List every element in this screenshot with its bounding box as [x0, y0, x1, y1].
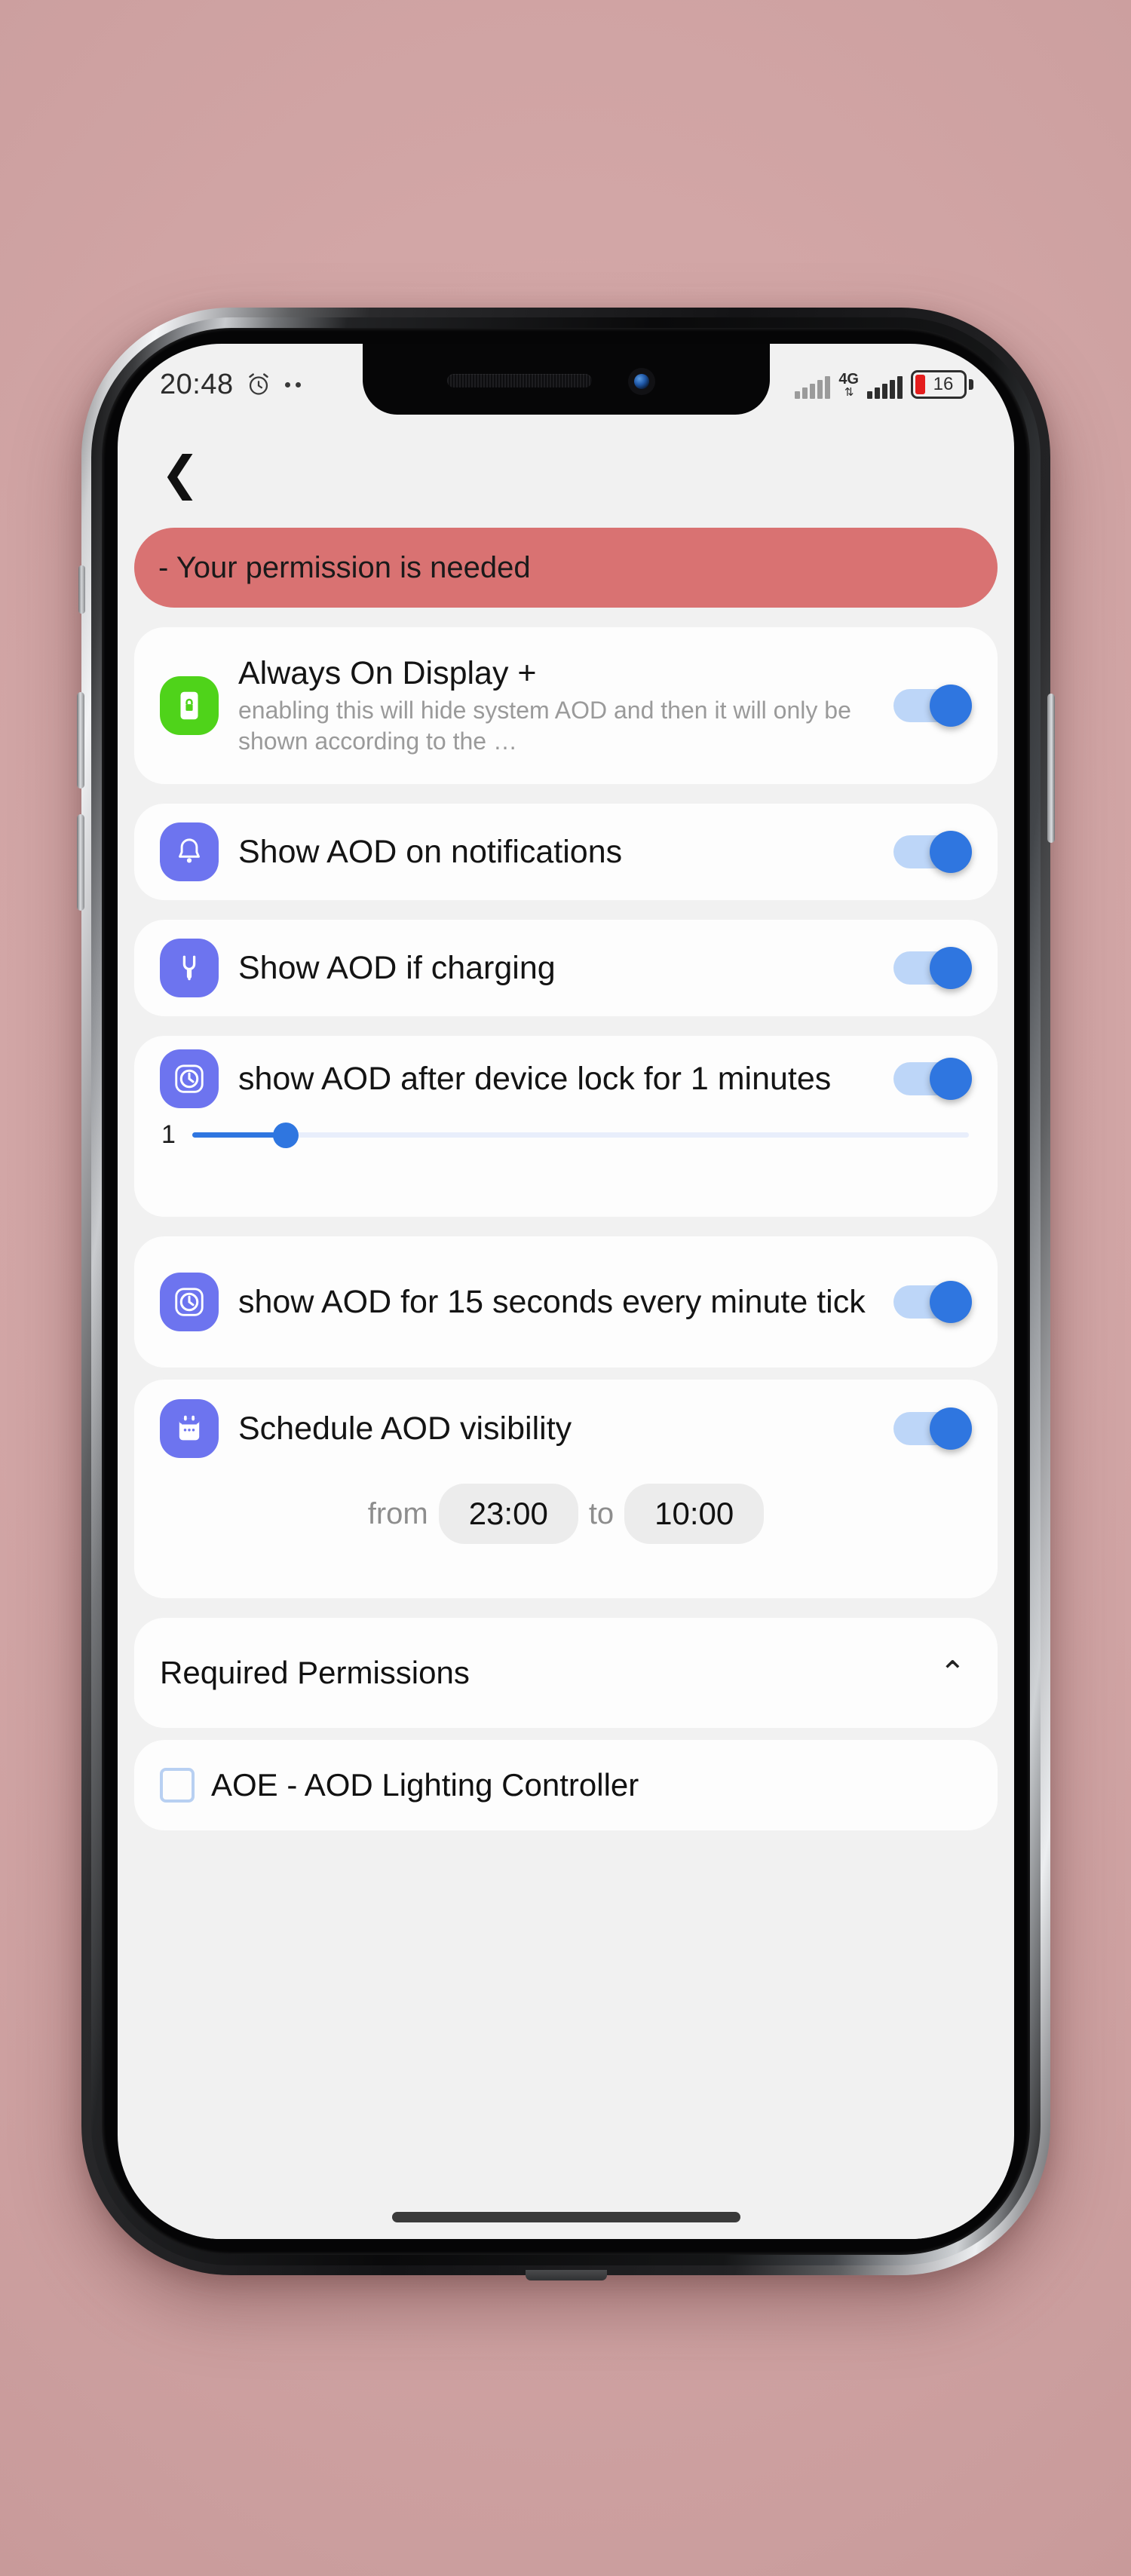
- setting-title: show AOD for 15 seconds every minute tic…: [238, 1283, 866, 1320]
- status-bar-notification-dots: [284, 381, 301, 387]
- power-plug-icon: [160, 939, 219, 997]
- schedule-from-time-button[interactable]: 23:00: [438, 1484, 578, 1544]
- setting-card-show-aod-every-minute-tick[interactable]: show AOD for 15 seconds every minute tic…: [134, 1236, 998, 1368]
- power-button[interactable]: [1047, 694, 1055, 843]
- battery-indicator: 16: [911, 370, 973, 399]
- battery-icon: 16: [911, 370, 967, 399]
- volume-up-button[interactable]: [77, 692, 84, 789]
- phone-screen: 20:48 4G ⇅ 16 ❮ - Your permission is nee…: [118, 344, 1014, 2239]
- setting-text-block: Show AOD on notifications: [238, 833, 869, 871]
- signal-bars-sim2-icon: [867, 376, 903, 399]
- network-type-label: 4G: [838, 370, 859, 387]
- setting-text-block: Always On Display + enabling this will h…: [238, 654, 869, 758]
- bottom-nav-area: [118, 2174, 1014, 2239]
- setting-text-block: show AOD after device lock for 1 minutes: [238, 1060, 869, 1098]
- required-permissions-header-card[interactable]: Required Permissions ⌃: [134, 1618, 998, 1728]
- setting-card-show-aod-after-device-lock[interactable]: show AOD after device lock for 1 minutes…: [134, 1036, 998, 1217]
- lock-delay-slider[interactable]: [192, 1122, 969, 1148]
- setting-title: Show AOD if charging: [238, 949, 556, 986]
- volume-down-button[interactable]: [77, 814, 84, 911]
- status-bar: 20:48 4G ⇅ 16: [118, 344, 1014, 425]
- toggle-show-aod-after-device-lock[interactable]: [893, 1058, 972, 1100]
- app-bar: ❮: [118, 425, 1014, 522]
- status-bar-left: 20:48: [160, 369, 301, 401]
- toggle-show-aod-on-notifications[interactable]: [893, 831, 972, 873]
- toggle-always-on-display-plus[interactable]: [893, 684, 972, 727]
- chevron-up-icon[interactable]: ⌃: [939, 1657, 972, 1689]
- setting-card-show-aod-on-notifications[interactable]: Show AOD on notifications: [134, 804, 998, 900]
- clock-icon: [160, 1273, 219, 1331]
- setting-title: show AOD after device lock for 1 minutes: [238, 1060, 832, 1097]
- home-indicator[interactable]: [391, 2212, 740, 2222]
- schedule-time-range: from 23:00 to 10:00: [160, 1484, 972, 1544]
- alarm-clock-icon: [248, 373, 268, 395]
- battery-percent-label: 16: [933, 374, 954, 394]
- phone-device: 20:48 4G ⇅ 16 ❮ - Your permission is nee…: [77, 308, 1055, 2280]
- permission-item-aoe-lighting-controller[interactable]: AOE - AOD Lighting Controller: [134, 1740, 998, 1830]
- calendar-icon: [160, 1399, 219, 1458]
- clock-icon: [160, 1049, 219, 1108]
- toggle-show-aod-if-charging[interactable]: [893, 947, 972, 989]
- setting-title: Always On Display +: [238, 654, 537, 691]
- setting-title: Show AOD on notifications: [238, 833, 623, 870]
- battery-cap: [969, 379, 973, 390]
- back-button[interactable]: ❮: [154, 447, 207, 500]
- schedule-to-time-button[interactable]: 10:00: [624, 1484, 765, 1544]
- signal-bars-sim1-icon: [795, 376, 831, 399]
- data-transfer-arrows-icon: ⇅: [844, 385, 854, 399]
- status-bar-clock: 20:48: [160, 368, 234, 400]
- permission-label: AOE - AOD Lighting Controller: [211, 1767, 639, 1803]
- permission-warning-banner[interactable]: - Your permission is needed: [134, 528, 998, 608]
- silence-switch[interactable]: [78, 565, 85, 614]
- bell-icon: [160, 822, 219, 881]
- lock-delay-slider-row: 1: [160, 1120, 972, 1150]
- setting-description: enabling this will hide system AOD and t…: [238, 697, 851, 755]
- bottom-port-nub: [525, 2270, 607, 2280]
- network-type-indicator: 4G ⇅: [838, 372, 859, 400]
- toggle-schedule-aod-visibility[interactable]: [893, 1407, 972, 1450]
- setting-card-always-on-display-plus[interactable]: Always On Display + enabling this will h…: [134, 627, 998, 784]
- setting-title: Schedule AOD visibility: [238, 1410, 572, 1447]
- phone-lock-icon: [160, 675, 219, 735]
- setting-text-block: Schedule AOD visibility: [238, 1410, 869, 1448]
- schedule-from-label: from: [367, 1496, 428, 1530]
- setting-card-schedule-aod-visibility[interactable]: Schedule AOD visibility from 23:00 to 10…: [134, 1380, 998, 1598]
- setting-card-show-aod-if-charging[interactable]: Show AOD if charging: [134, 920, 998, 1016]
- permission-checkbox[interactable]: [160, 1768, 195, 1803]
- setting-text-block: Show AOD if charging: [238, 949, 869, 988]
- toggle-show-aod-every-minute-tick[interactable]: [893, 1281, 972, 1323]
- lock-delay-slider-value: 1: [161, 1120, 176, 1149]
- required-permissions-title: Required Permissions: [160, 1655, 470, 1690]
- status-bar-right: 4G ⇅ 16: [795, 370, 973, 399]
- setting-text-block: show AOD for 15 seconds every minute tic…: [238, 1283, 869, 1322]
- schedule-to-label: to: [588, 1496, 615, 1530]
